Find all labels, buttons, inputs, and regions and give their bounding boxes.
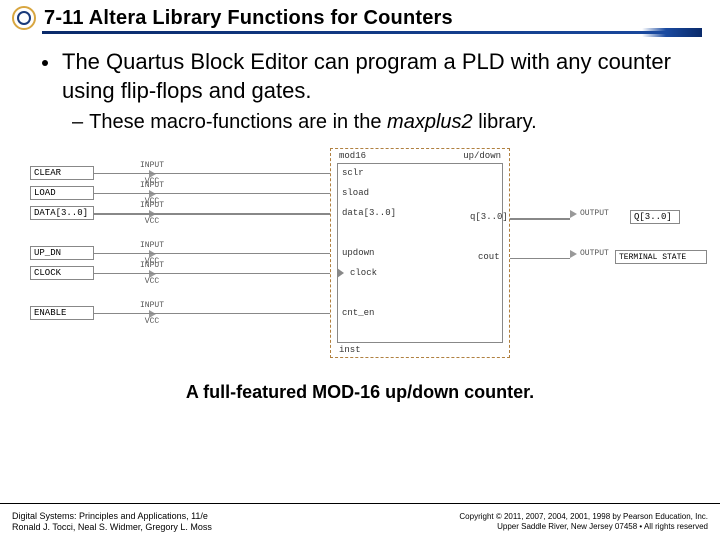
wire-bus: [510, 218, 570, 220]
pin-load: LOAD: [30, 186, 94, 200]
pin-terminal-out: TERMINAL STATE: [615, 250, 707, 264]
block-diagram: mod16 up/down inst CLEAR INPUT VCC sclr …: [30, 146, 690, 376]
sig-sload: sload: [342, 188, 369, 198]
io-output-cout: OUTPUT: [570, 250, 609, 258]
bullet-text: The Quartus Block Editor can program a P…: [62, 48, 686, 105]
pin-clear: CLEAR: [30, 166, 94, 180]
sig-q: q[3..0]: [470, 212, 508, 222]
wire: [94, 173, 330, 174]
io-top: INPUT: [140, 182, 164, 190]
triangle-right-icon: [570, 210, 577, 218]
io-output-q: OUTPUT: [570, 210, 609, 218]
io-input-top: INPUT: [140, 162, 164, 170]
bullet-icon: [42, 60, 48, 66]
wire: [94, 253, 330, 254]
wire: [94, 313, 330, 314]
sig-sclr: sclr: [342, 168, 364, 178]
logo-icon: [12, 6, 36, 30]
io-top: INPUT: [140, 262, 164, 270]
wire-bus: [94, 213, 330, 215]
io-output-label: OUTPUT: [580, 210, 609, 218]
io-input-enable: INPUT VCC: [140, 302, 164, 326]
slide-content: The Quartus Block Editor can program a P…: [0, 30, 720, 134]
slide-title: 7-11 Altera Library Functions for Counte…: [44, 7, 453, 30]
slide-header: 7-11 Altera Library Functions for Counte…: [0, 0, 720, 30]
io-bot: VCC: [145, 218, 159, 226]
footer-copyright: Copyright © 2011, 2007, 2004, 2001, 1998…: [459, 512, 708, 522]
sig-cnten: cnt_en: [342, 308, 374, 318]
io-top: INPUT: [140, 202, 164, 210]
pin-updn: UP_DN: [30, 246, 94, 260]
io-top: INPUT: [140, 302, 164, 310]
sig-clock: clock: [350, 268, 377, 278]
dash-icon: –: [72, 111, 83, 134]
bullet-item: The Quartus Block Editor can program a P…: [42, 48, 686, 105]
wire: [510, 258, 570, 259]
diagram-caption: A full-featured MOD-16 up/down counter.: [0, 382, 720, 403]
footer-book: Digital Systems: Principles and Applicat…: [12, 511, 212, 522]
sig-updown: updown: [342, 248, 374, 258]
io-input-clock: INPUT VCC: [140, 262, 164, 286]
footer-address: Upper Saddle River, New Jersey 07458 • A…: [459, 522, 708, 532]
io-bot: VCC: [145, 318, 159, 326]
pin-q-out: Q[3..0]: [630, 210, 680, 224]
wire: [94, 193, 330, 194]
slide-footer: Digital Systems: Principles and Applicat…: [0, 504, 720, 540]
module-label-inst: inst: [339, 345, 361, 355]
io-output-label: OUTPUT: [580, 250, 609, 258]
io-bot: VCC: [145, 278, 159, 286]
sub-prefix: These macro-functions are in the: [89, 111, 387, 133]
sub-italic: maxplus2: [387, 111, 473, 133]
pin-data: DATA[3..0]: [30, 206, 94, 220]
wire: [94, 273, 330, 274]
sig-cout: cout: [478, 252, 500, 262]
footer-right: Copyright © 2011, 2007, 2004, 2001, 1998…: [459, 512, 708, 531]
pin-clock: CLOCK: [30, 266, 94, 280]
module-label-type: up/down: [463, 151, 501, 161]
sub-bullet-text: These macro-functions are in the maxplus…: [89, 111, 537, 134]
sig-data: data[3..0]: [342, 208, 396, 218]
sub-suffix: library.: [473, 111, 537, 133]
title-underline: [42, 31, 702, 34]
pin-enable: ENABLE: [30, 306, 94, 320]
footer-authors: Ronald J. Tocci, Neal S. Widmer, Gregory…: [12, 522, 212, 533]
sub-bullet-item: – These macro-functions are in the maxpl…: [72, 111, 686, 134]
triangle-right-icon: [570, 250, 577, 258]
module-label-name: mod16: [339, 151, 366, 161]
clock-edge-icon: [337, 268, 344, 278]
footer-left: Digital Systems: Principles and Applicat…: [12, 511, 212, 533]
io-top: INPUT: [140, 242, 164, 250]
